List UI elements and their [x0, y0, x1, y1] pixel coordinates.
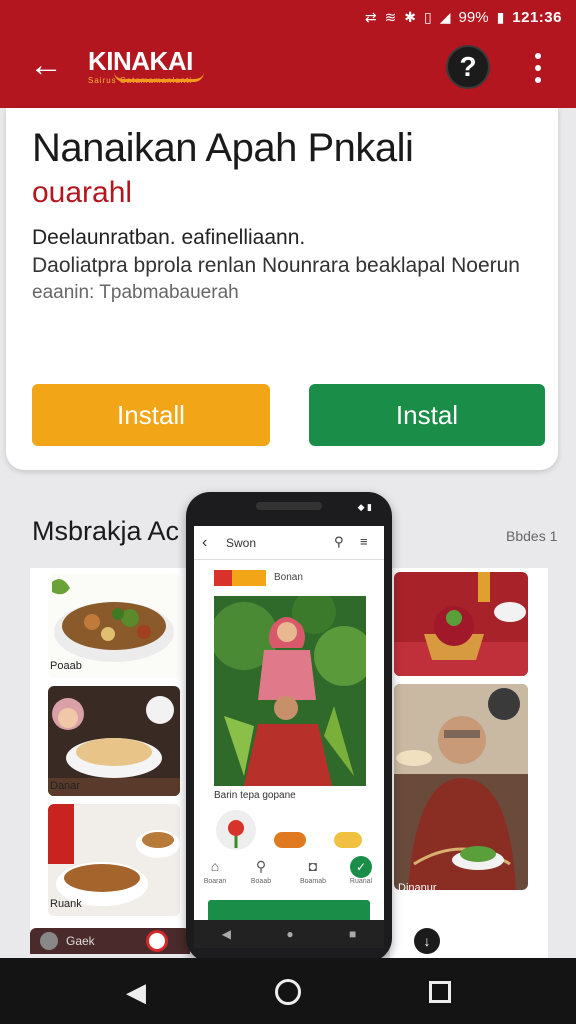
red-table-image: [394, 572, 528, 676]
app-title: Nanaikan Apah Pnkali: [32, 126, 414, 170]
tab-label: Boaran: [203, 878, 227, 885]
install-button-green[interactable]: Instal: [309, 384, 545, 446]
garden-couple-image: [214, 596, 366, 786]
back-arrow-icon[interactable]: ←: [26, 46, 66, 86]
install-button-orange[interactable]: Install: [32, 384, 270, 446]
recent-apps-icon[interactable]: ■: [349, 927, 356, 941]
app-developer[interactable]: ouarahl: [32, 176, 132, 210]
help-button[interactable]: ?: [446, 45, 490, 89]
screenshot-right[interactable]: Dinanur ↓: [390, 568, 548, 958]
avatar: [40, 932, 58, 950]
logo-title: KINAKAI: [88, 46, 193, 76]
search-icon[interactable]: ⚲: [246, 858, 276, 875]
screenshots-section-title: Msbrakja Ac: [32, 516, 180, 546]
more-options-icon[interactable]: [526, 48, 550, 88]
back-icon[interactable]: ◀: [116, 972, 156, 1012]
food-thumbnail: [334, 832, 362, 848]
phone-app-bar: ‹ Swon ⚲ ≡: [194, 526, 384, 560]
screenshot-label: Danar: [50, 780, 80, 792]
app-description-line: eaanin: Tpabmabauerah: [32, 282, 239, 303]
menu-icon[interactable]: ≡: [360, 534, 368, 549]
recent-apps-icon[interactable]: [420, 972, 460, 1012]
clock: 121:36: [512, 8, 562, 26]
record-icon: [146, 930, 168, 952]
battery-icon: ▮: [496, 8, 505, 25]
tab-label: Boaab: [250, 878, 272, 885]
signal-icon: ◢: [439, 8, 451, 25]
battery-level: 99%: [458, 8, 489, 26]
phone-action-button[interactable]: [208, 900, 370, 920]
screenshots-section-link[interactable]: Bbdes 1: [506, 528, 557, 544]
phone-screen[interactable]: ‹ Swon ⚲ ≡ Bonan Barin tepa gopane ⌂ Boa…: [194, 526, 384, 920]
category-tag-accent: [214, 570, 232, 586]
back-icon[interactable]: ◀: [222, 927, 231, 941]
app-bar: ⇄ ≋ ✱ ▯ ◢ 99% ▮ 121:36 ← KINAKAI Sairus …: [0, 0, 576, 108]
logo-swoosh: [114, 72, 204, 82]
phone-bottom-tabs: ⌂ Boaran ⚲ Boaab ◘ Boamab ✓ Ruanal: [194, 852, 384, 892]
phone-caption: Barin tepa gopane: [214, 790, 296, 801]
home-icon[interactable]: ⌂: [200, 858, 230, 874]
app-description-line: Daoliatpra bprola renlan Nounrara beakla…: [32, 254, 520, 277]
screenshot-left[interactable]: Poaab Danar Ruank Gaek: [30, 568, 190, 954]
phone-status-icons: ◆ ▮: [357, 502, 372, 512]
category-tag-text: Bonan: [274, 572, 303, 583]
check-icon[interactable]: ✓: [350, 856, 372, 878]
tab-label: Boamab: [299, 878, 327, 885]
food-thumbnail: [274, 832, 306, 848]
bluetooth-icon: ✱: [404, 8, 417, 25]
home-icon[interactable]: [268, 972, 308, 1012]
back-arrow-icon[interactable]: ‹: [202, 534, 207, 552]
phone-notch: [256, 502, 322, 510]
home-icon[interactable]: ●: [286, 927, 293, 941]
status-bar: ⇄ ≋ ✱ ▯ ◢ 99% ▮ 121:36: [365, 6, 562, 28]
phone-screen-title: Swon: [226, 536, 257, 550]
footer-text: Gaek: [66, 934, 95, 948]
screenshot-label: Poaab: [50, 660, 82, 672]
screenshot-label: Dinanur: [398, 882, 437, 894]
app-logo: KINAKAI Sairus Catamamanlanti: [88, 46, 204, 85]
nfc-icon: ⇄: [364, 8, 377, 25]
screenshot-label: Ruank: [50, 898, 82, 910]
wifi-icon: ≋: [384, 8, 397, 25]
screenshot-footer: Gaek: [30, 928, 190, 954]
phone-mockup: ◆ ▮ ‹ Swon ⚲ ≡ Bonan Barin tepa gopane ⌂…: [186, 492, 392, 962]
phone-nav-bar: ◀ ● ■: [194, 920, 384, 948]
app-info-card: Nanaikan Apah Pnkali ouarahl Deelaunratb…: [6, 108, 558, 470]
tab-label: Ruanal: [349, 878, 373, 885]
download-icon[interactable]: ↓: [414, 928, 440, 954]
vibrate-icon: ▯: [424, 8, 432, 25]
bag-icon[interactable]: ◘: [298, 858, 328, 874]
flower-thumbnail: [216, 810, 256, 850]
search-icon[interactable]: ⚲: [334, 534, 344, 550]
app-description-line: Deelaunratban. eafinelliaann.: [32, 226, 306, 249]
system-nav-bar: ◀: [0, 958, 576, 1024]
elder-man-image: [394, 684, 528, 890]
